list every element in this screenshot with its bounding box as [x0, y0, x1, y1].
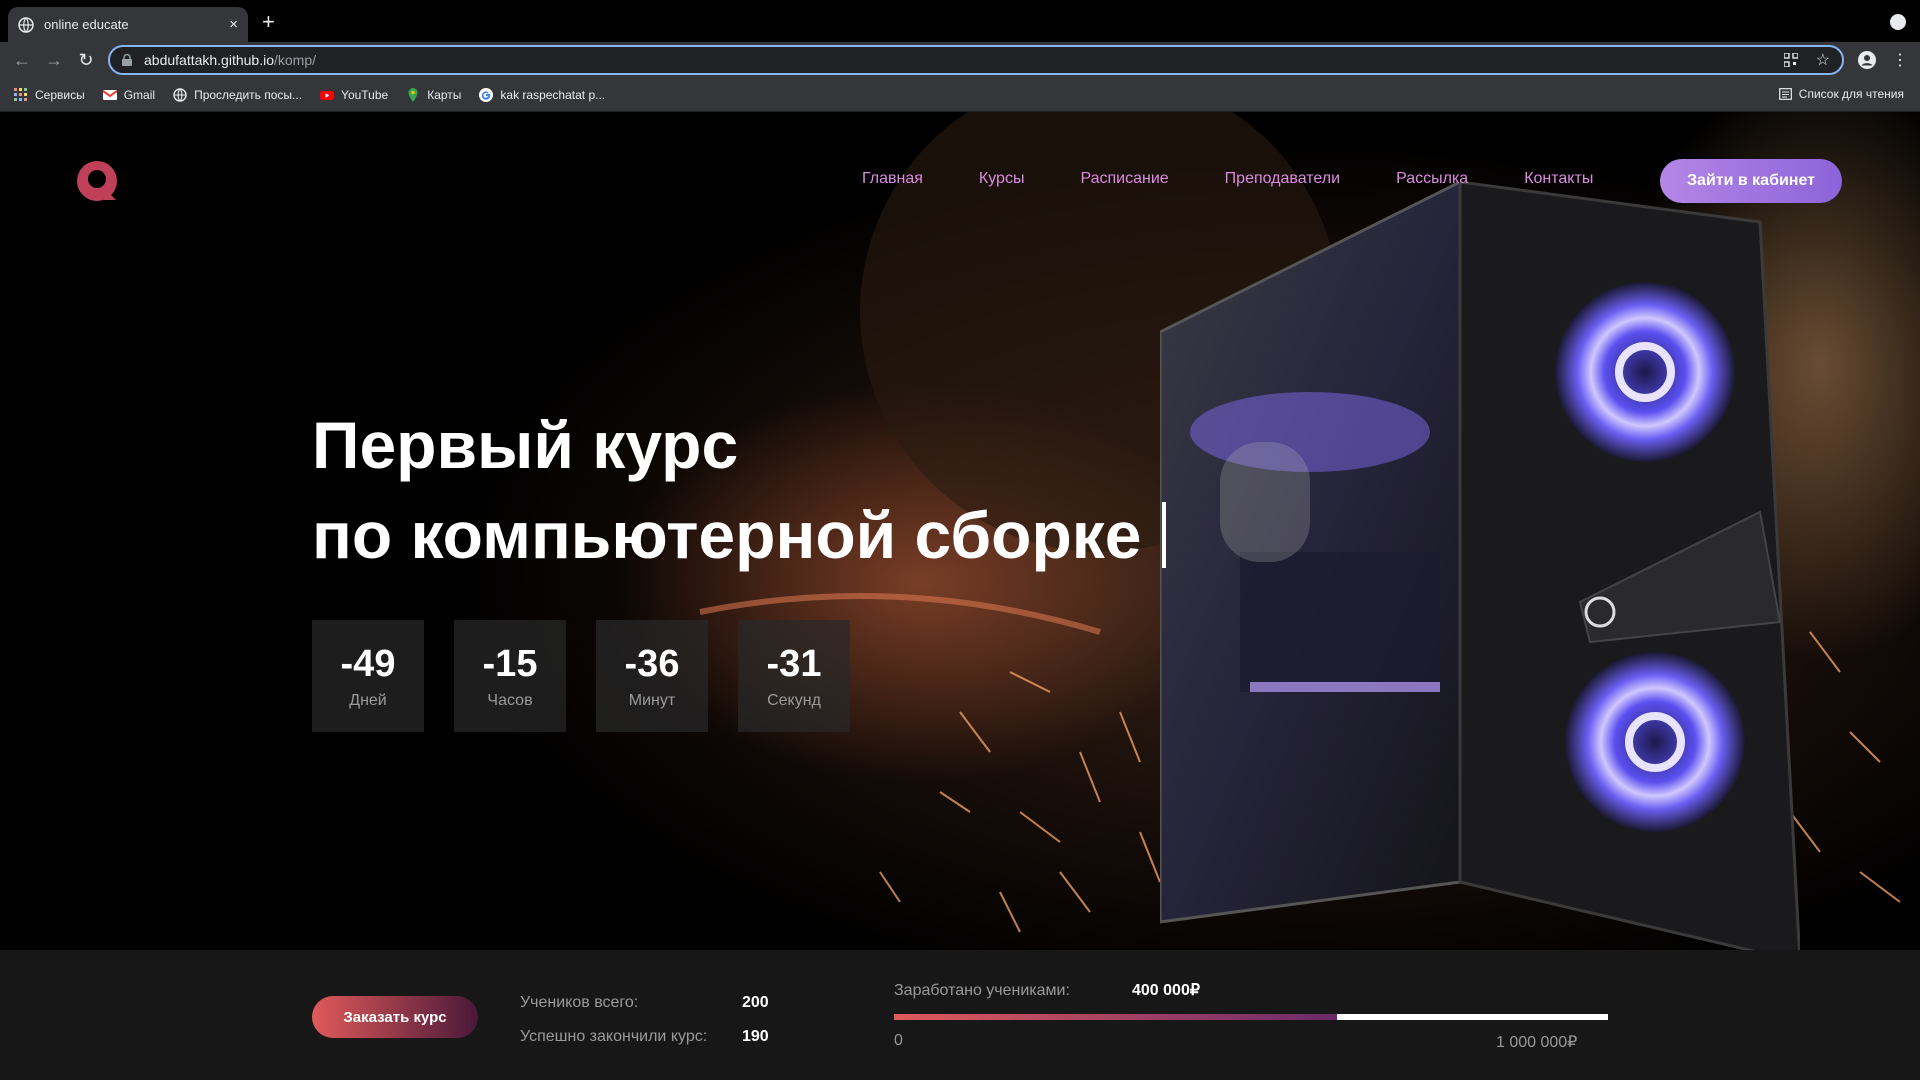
earned-value: 400 000₽ [1132, 982, 1201, 999]
reading-list-label: Список для чтения [1798, 87, 1904, 101]
bookmark-label: Сервисы [35, 87, 85, 102]
bookmark-maps[interactable]: Карты [406, 87, 462, 102]
progress-min-label: 0 [894, 1032, 903, 1049]
bookmark-label: kak raspechatat p... [500, 87, 606, 102]
new-tab-icon[interactable]: + [262, 11, 275, 33]
bookmark-label: YouTube [341, 87, 389, 102]
countdown-label: Секунд [767, 691, 821, 709]
hero-section: Главная Курсы Расписание Преподаватели Р… [0, 112, 1920, 950]
headline-line-2-wrapper: по компьютерной сборке [312, 490, 1166, 580]
back-icon[interactable]: ← [12, 50, 32, 70]
browser-tabstrip: online educate × + [0, 0, 1920, 42]
tab-title: online educate [44, 17, 129, 32]
bookmark-label: Проследить посы... [194, 87, 303, 102]
url-host: abdufattakh.github.io [144, 52, 274, 68]
countdown-days: -49 Дней [312, 620, 424, 732]
reading-list-button[interactable]: Список для чтения [1778, 87, 1904, 101]
bookmark-tracking[interactable]: Проследить посы... [173, 88, 302, 102]
reading-list-icon [1778, 88, 1792, 100]
students-total-value: 200 [742, 994, 769, 1011]
google-icon [479, 87, 494, 102]
earnings-progress-bar [894, 1014, 1608, 1020]
reload-icon[interactable]: ↻ [76, 50, 96, 70]
nav-link-newsletter[interactable]: Рассылка [1396, 170, 1468, 188]
bookmarks-bar: Сервисы Gmail Проследить посы... YouTube… [0, 78, 1920, 112]
login-cabinet-button[interactable]: Зайти в кабинет [1660, 159, 1842, 203]
countdown-minutes: -36 Минут [596, 620, 708, 732]
countdown-timer: -49 Дней -15 Часов -36 Минут -31 Секунд [312, 620, 850, 732]
pc-case-image [1160, 182, 1800, 950]
tab-close-icon[interactable]: × [229, 17, 238, 32]
nav-link-courses[interactable]: Курсы [979, 170, 1025, 188]
bookmark-youtube[interactable]: YouTube [320, 88, 388, 102]
main-nav: Главная Курсы Расписание Преподаватели Р… [862, 170, 1593, 188]
globe-icon [18, 16, 34, 33]
students-finished-value: 190 [742, 1028, 769, 1045]
bookmark-google[interactable]: kak raspechatat p... [479, 87, 606, 102]
hero-headline: Первый курс по компьютерной сборке [312, 400, 1166, 580]
lock-icon [122, 54, 132, 66]
bookmark-gmail[interactable]: Gmail [102, 87, 156, 102]
headline-line-2: по компьютерной сборке [312, 498, 1142, 572]
forward-icon[interactable]: → [44, 50, 64, 70]
address-bar[interactable]: abdufattakh.github.io /komp/ ☆ [108, 45, 1844, 75]
countdown-value: -49 [340, 642, 396, 685]
countdown-value: -36 [624, 642, 680, 685]
countdown-label: Дней [349, 691, 387, 709]
bookmark-label: Карты [427, 87, 462, 102]
map-pin-icon [408, 87, 418, 102]
qr-code-icon[interactable] [1783, 53, 1798, 67]
headline-line-1: Первый курс [312, 408, 739, 482]
typing-caret [1161, 502, 1166, 568]
nav-link-contacts[interactable]: Контакты [1524, 170, 1593, 188]
url-path: /komp/ [274, 52, 317, 68]
nav-link-schedule[interactable]: Расписание [1080, 170, 1168, 188]
nav-link-home[interactable]: Главная [862, 170, 923, 188]
gmail-icon [102, 89, 117, 100]
countdown-label: Минут [628, 691, 676, 709]
order-course-button[interactable]: Заказать курс [312, 996, 478, 1038]
menu-icon[interactable]: ⋮ [1892, 50, 1908, 70]
stats-section: Заказать курс Учеников всего: 200 Успешн… [0, 950, 1920, 1080]
bookmark-services[interactable]: Сервисы [14, 87, 85, 102]
countdown-value: -31 [766, 642, 822, 685]
globe-icon [173, 87, 187, 102]
students-finished-label: Успешно закончили курс: [520, 1028, 708, 1045]
countdown-hours: -15 Часов [454, 620, 566, 732]
nav-link-teachers[interactable]: Преподаватели [1225, 170, 1340, 188]
bookmark-label: Gmail [123, 87, 156, 102]
star-icon[interactable]: ☆ [1816, 50, 1830, 70]
site-logo-icon[interactable] [76, 160, 118, 202]
earned-label: Заработано учениками: [894, 982, 1070, 999]
browser-toolbar: ← → ↻ abdufattakh.github.io /komp/ ☆ ⋮ [0, 42, 1920, 78]
apps-grid-icon [14, 87, 27, 101]
browser-tab[interactable]: online educate × [8, 7, 248, 42]
profile-icon[interactable] [1858, 51, 1876, 69]
earnings-progress-fill [894, 1014, 1337, 1020]
progress-max-label: 1 000 000₽ [1496, 1034, 1578, 1051]
students-total-label: Учеников всего: [520, 994, 639, 1011]
countdown-label: Часов [487, 691, 533, 709]
youtube-icon [320, 90, 335, 100]
tab-search-icon[interactable] [1890, 14, 1906, 30]
countdown-seconds: -31 Секунд [738, 620, 850, 732]
countdown-value: -15 [482, 642, 538, 685]
